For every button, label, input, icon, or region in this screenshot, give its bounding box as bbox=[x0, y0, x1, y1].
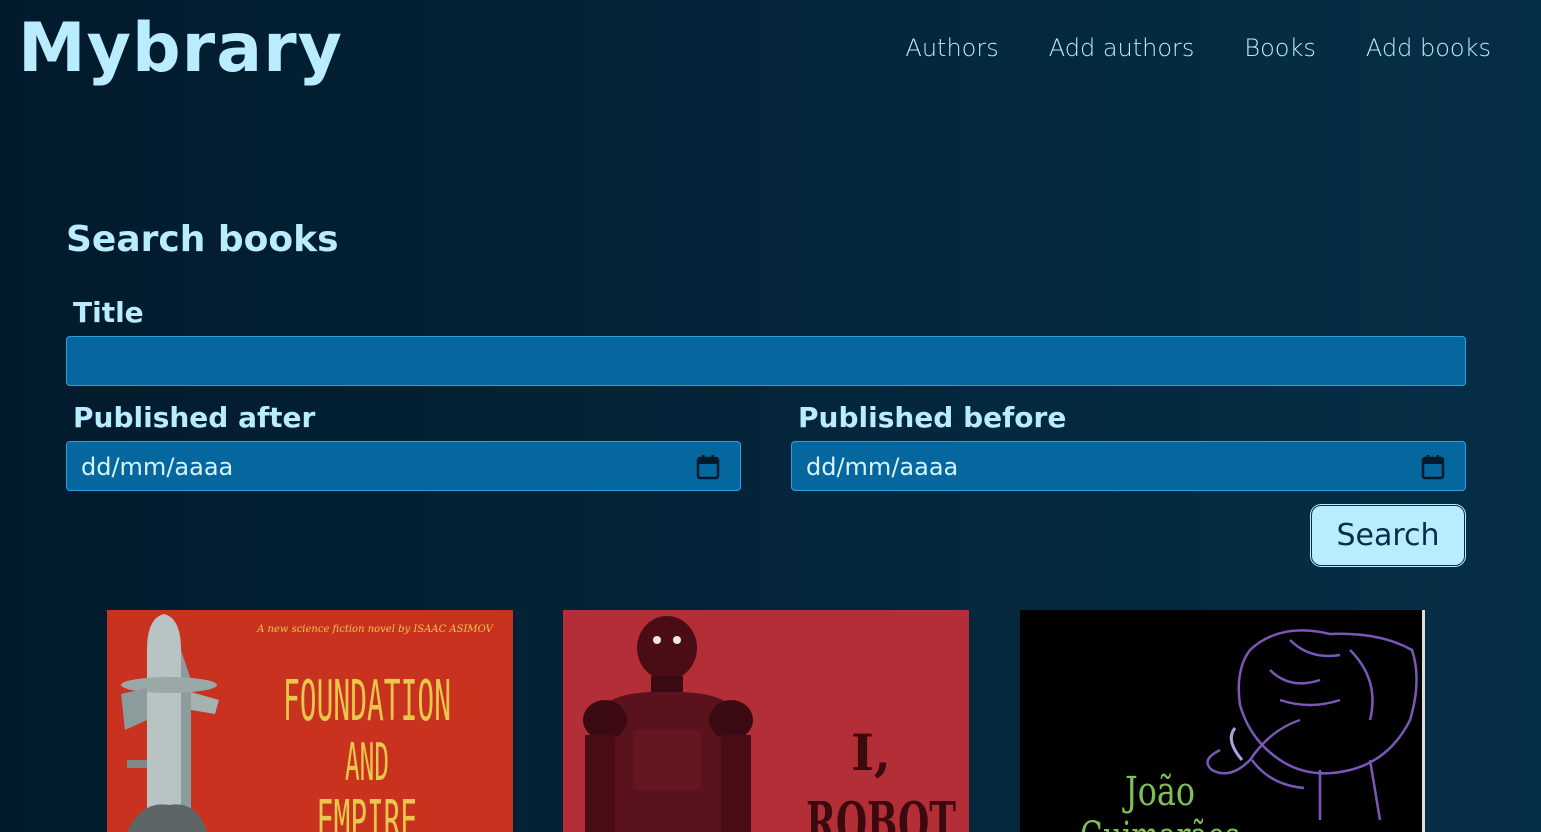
published-before-value: dd/mm/aaaa bbox=[806, 453, 959, 481]
nav-authors[interactable]: Authors bbox=[905, 30, 998, 66]
cover-title-line1: I, bbox=[851, 723, 891, 782]
calendar-icon[interactable] bbox=[696, 454, 720, 480]
cover-tagline: A new science fiction novel by ISAAC ASI… bbox=[256, 624, 495, 635]
nav-add-books[interactable]: Add books bbox=[1366, 30, 1491, 66]
book-cover-foundation-and-empire[interactable]: A new science fiction novel by ISAAC ASI… bbox=[107, 610, 513, 832]
published-before-input[interactable]: dd/mm/aaaa bbox=[791, 441, 1466, 491]
cover-title-line2: ROBOT bbox=[806, 790, 956, 832]
published-after-label: Published after bbox=[73, 401, 316, 434]
page-title: Search books bbox=[66, 219, 339, 260]
cover-title-line2: AND bbox=[345, 733, 389, 793]
cover-title-line3: EMPIRE bbox=[317, 789, 417, 832]
cover-title-line1: João bbox=[1122, 769, 1195, 815]
published-after-value: dd/mm/aaaa bbox=[81, 453, 234, 481]
book-cover-art: João Guimarães bbox=[1020, 610, 1425, 832]
nav-books[interactable]: Books bbox=[1244, 30, 1315, 66]
cover-title-line1: FOUNDATION bbox=[283, 669, 451, 734]
nav-add-authors[interactable]: Add authors bbox=[1049, 30, 1195, 66]
published-before-label: Published before bbox=[798, 401, 1067, 434]
logo[interactable]: Mybrary bbox=[18, 4, 343, 94]
search-button[interactable]: Search bbox=[1311, 505, 1465, 566]
book-cover-joao-guimaraes[interactable]: João Guimarães bbox=[1020, 610, 1425, 832]
book-cover-art: I, ROBOT bbox=[563, 610, 969, 832]
published-after-input[interactable]: dd/mm/aaaa bbox=[66, 441, 741, 491]
main-nav: Authors Add authors Books Add books bbox=[905, 30, 1491, 66]
book-cover-art: A new science fiction novel by ISAAC ASI… bbox=[107, 610, 513, 832]
book-cover-i-robot[interactable]: I, ROBOT bbox=[563, 610, 969, 832]
cover-title-line2: Guimarães bbox=[1080, 814, 1240, 832]
calendar-icon[interactable] bbox=[1421, 454, 1445, 480]
title-input[interactable] bbox=[66, 336, 1466, 386]
title-label: Title bbox=[73, 296, 144, 329]
header: Mybrary Authors Add authors Books Add bo… bbox=[0, 0, 1541, 100]
